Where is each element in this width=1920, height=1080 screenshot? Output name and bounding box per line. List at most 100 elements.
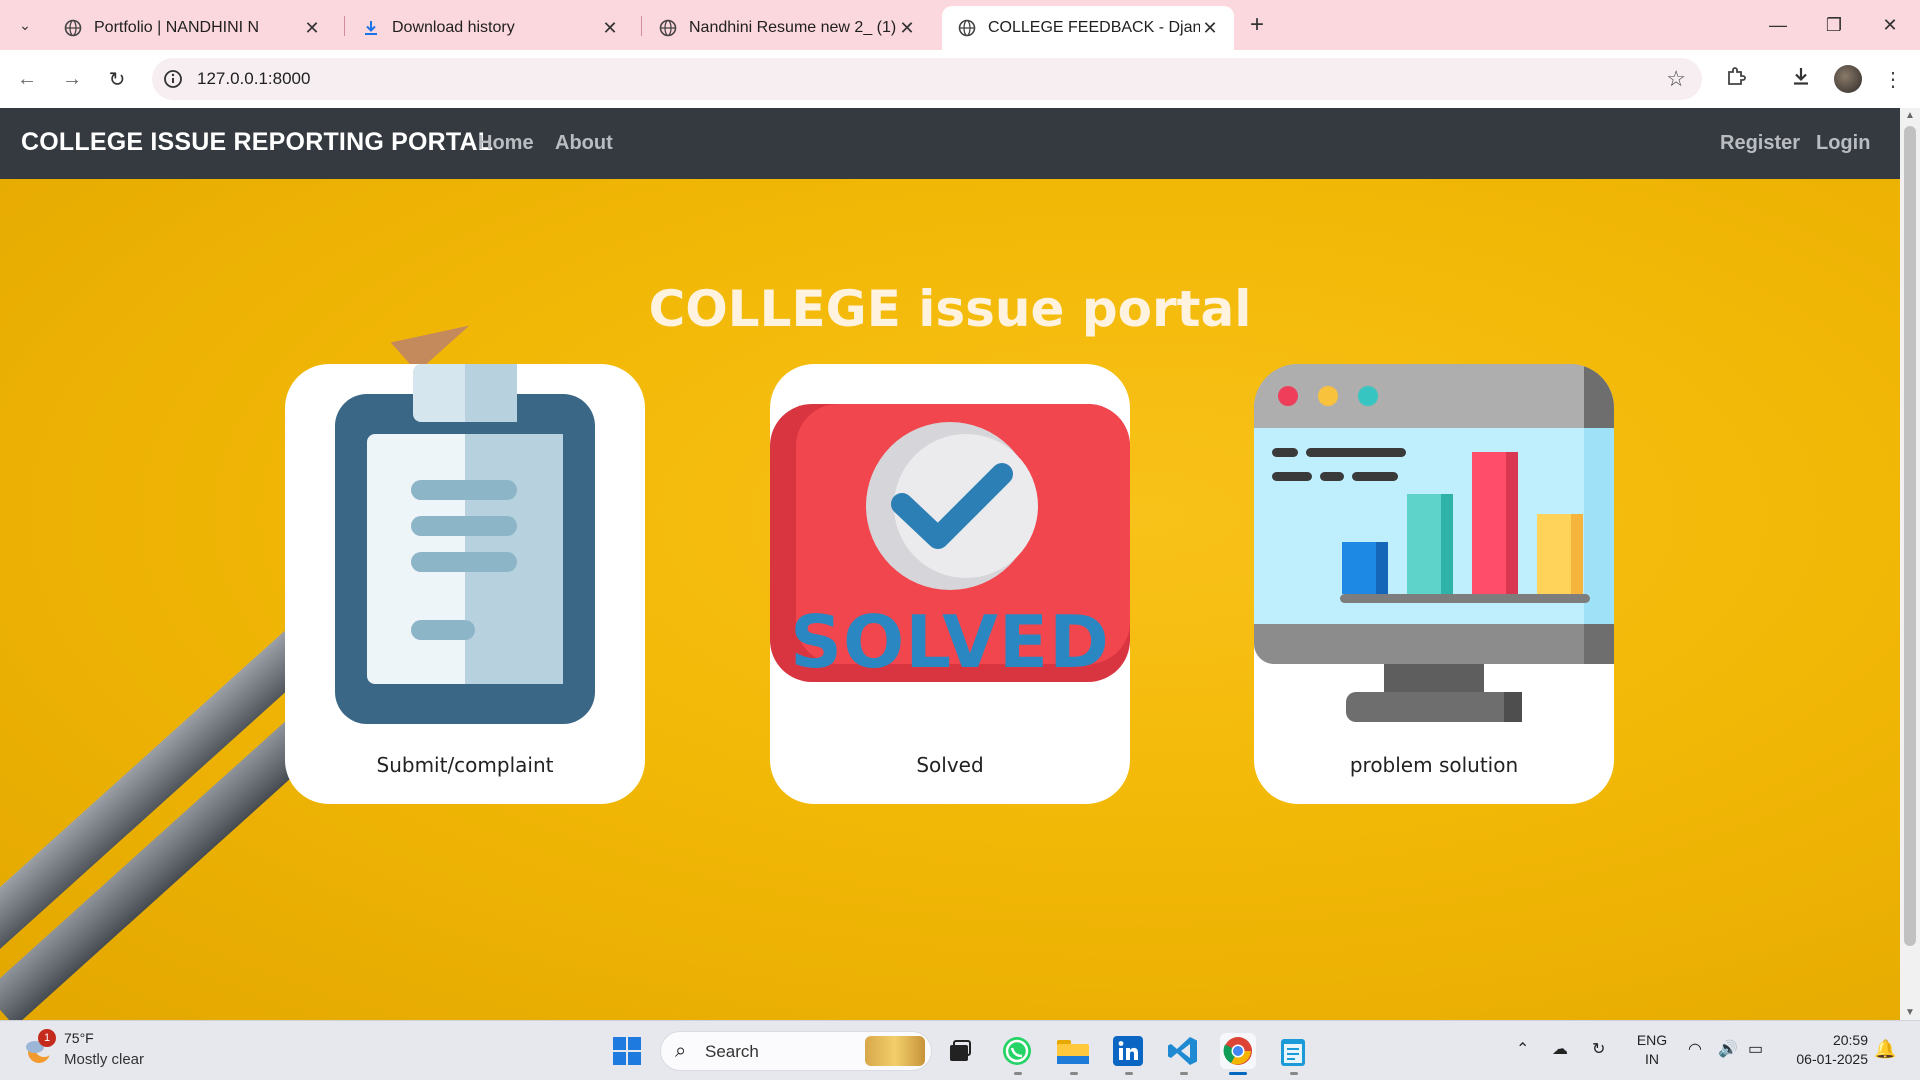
- vscode-icon: [1168, 1037, 1197, 1065]
- onedrive-cloud-icon[interactable]: ☁: [1552, 1039, 1568, 1059]
- search-highlight-image: [865, 1036, 925, 1066]
- scroll-thumb[interactable]: [1904, 126, 1916, 946]
- close-icon: ✕: [1882, 14, 1898, 35]
- nav-link-register[interactable]: Register: [1720, 132, 1800, 155]
- nav-link-about[interactable]: About: [555, 132, 613, 155]
- kebab-menu-icon: ⋮: [1883, 68, 1903, 91]
- notification-badge: 1: [38, 1029, 56, 1047]
- site-info-icon[interactable]: [162, 68, 184, 90]
- notepad-app[interactable]: [1275, 1033, 1311, 1069]
- globe-icon: [64, 19, 82, 37]
- extensions-button[interactable]: [1719, 62, 1753, 96]
- chrome-app[interactable]: [1220, 1033, 1256, 1069]
- card-label: problem solution: [1349, 753, 1519, 777]
- language-indicator[interactable]: ENG IN: [1636, 1031, 1668, 1069]
- battery-icon[interactable]: ▭: [1748, 1039, 1763, 1059]
- puzzle-icon: [1725, 65, 1747, 93]
- tab-separator: [641, 16, 642, 36]
- close-icon[interactable]: ✕: [600, 18, 620, 39]
- task-view-button[interactable]: [942, 1033, 978, 1069]
- card-problem-solution[interactable]: problem solution: [1254, 364, 1614, 804]
- card-label: Submit/complaint: [376, 753, 554, 777]
- scroll-up-icon[interactable]: ▲: [1905, 110, 1915, 121]
- app-running-indicator: [1290, 1072, 1298, 1075]
- close-icon[interactable]: ✕: [302, 18, 322, 39]
- tab-title: Nandhini Resume new 2_ (1).pd: [689, 19, 897, 36]
- reload-button[interactable]: ↻: [100, 62, 134, 96]
- tab-resume[interactable]: Nandhini Resume new 2_ (1).pd ✕: [643, 6, 931, 50]
- forward-button[interactable]: →: [55, 62, 89, 96]
- card-solved[interactable]: SOLVED Solved: [770, 364, 1130, 804]
- address-bar[interactable]: 127.0.0.1:8000 ☆: [152, 58, 1702, 100]
- search-icon: ⌕: [675, 1040, 687, 1062]
- clock-time: 20:59: [1832, 1032, 1868, 1048]
- arrow-right-icon: →: [62, 67, 82, 90]
- file-explorer-app[interactable]: [1055, 1033, 1091, 1069]
- tab-portfolio[interactable]: Portfolio | NANDHINI N ✕: [48, 6, 336, 50]
- windows-logo-icon: [613, 1037, 641, 1065]
- vscode-app[interactable]: [1165, 1033, 1201, 1069]
- scroll-down-icon[interactable]: ▼: [1905, 1007, 1915, 1018]
- notification-bell-icon[interactable]: 🔔: [1874, 1039, 1896, 1060]
- page-viewport: COLLEGE ISSUE REPORTING PORTAL Home Abou…: [0, 108, 1900, 1020]
- reload-icon: ↻: [108, 68, 126, 91]
- browser-menu-button[interactable]: ⋮: [1876, 62, 1910, 96]
- card-submit-complaint[interactable]: Submit/complaint: [285, 364, 645, 804]
- task-view-icon: [950, 1040, 971, 1061]
- app-running-indicator: [1125, 1072, 1133, 1075]
- site-brand[interactable]: COLLEGE ISSUE REPORTING PORTAL: [21, 128, 493, 157]
- back-button[interactable]: ←: [10, 62, 44, 96]
- chevron-up-icon[interactable]: ⌃: [1516, 1039, 1529, 1059]
- system-clock[interactable]: 20:59 06-01-2025: [1778, 1031, 1868, 1069]
- plus-icon: +: [1249, 11, 1264, 38]
- globe-icon: [659, 19, 677, 37]
- whatsapp-app[interactable]: [999, 1033, 1035, 1069]
- weather-description: Mostly clear: [64, 1051, 145, 1068]
- new-tab-button[interactable]: +: [1242, 10, 1272, 40]
- card-label: Solved: [916, 753, 984, 777]
- chrome-icon: [1223, 1037, 1252, 1065]
- bookmark-star-icon[interactable]: ☆: [1666, 66, 1686, 92]
- whatsapp-icon: [1003, 1037, 1031, 1065]
- sync-icon[interactable]: ↻: [1592, 1039, 1605, 1059]
- hero-section: COLLEGE issue portal Submit/complaint SO…: [0, 179, 1900, 1020]
- volume-icon[interactable]: 🔊: [1718, 1039, 1738, 1059]
- tab-college-feedback[interactable]: COLLEGE FEEDBACK - Django ✕: [942, 6, 1234, 50]
- tab-title: Download history: [392, 19, 515, 36]
- search-placeholder: Search: [705, 1042, 759, 1061]
- tab-search-button[interactable]: ⌄: [10, 10, 40, 40]
- solved-badge-text: SOLVED: [790, 600, 1110, 684]
- download-icon: [362, 19, 380, 37]
- profile-avatar[interactable]: [1834, 65, 1862, 93]
- close-window-button[interactable]: ✕: [1862, 0, 1918, 50]
- download-icon: [1790, 65, 1812, 93]
- tab-title: Portfolio | NANDHINI N: [94, 19, 260, 36]
- chevron-down-icon: ⌄: [19, 16, 31, 33]
- tab-download-history[interactable]: Download history ✕: [346, 6, 634, 50]
- taskbar-search[interactable]: ⌕ Search: [660, 1031, 932, 1071]
- close-icon[interactable]: ✕: [1200, 18, 1220, 39]
- start-button[interactable]: [612, 1036, 642, 1066]
- minimize-button[interactable]: —: [1750, 0, 1806, 50]
- app-active-indicator: [1229, 1072, 1247, 1075]
- globe-icon: [958, 19, 976, 37]
- nav-link-home[interactable]: Home: [478, 132, 534, 155]
- browser-toolbar: ← → ↻ 127.0.0.1:8000 ☆ ⋮: [0, 50, 1920, 108]
- page-scrollbar[interactable]: ▲ ▼: [1900, 108, 1920, 1020]
- monitor-chart-image: [1254, 364, 1614, 722]
- windows-taskbar: 1 75°F Mostly clear ⌕ Search ⌃ ☁ ↻ ENG I…: [0, 1020, 1920, 1080]
- nav-link-login[interactable]: Login: [1816, 132, 1870, 155]
- restore-button[interactable]: ❐: [1806, 0, 1862, 50]
- tab-strip: ⌄ Portfolio | NANDHINI N ✕ Download hist…: [0, 0, 1920, 50]
- clock-date: 06-01-2025: [1796, 1051, 1868, 1067]
- url-text[interactable]: 127.0.0.1:8000: [197, 69, 310, 89]
- wifi-icon[interactable]: ◠: [1688, 1039, 1702, 1059]
- hero-title: COLLEGE issue portal: [648, 280, 1252, 338]
- notepad-icon: [1281, 1039, 1305, 1066]
- downloads-button[interactable]: [1784, 62, 1818, 96]
- close-icon[interactable]: ✕: [897, 18, 917, 39]
- linkedin-app[interactable]: [1110, 1033, 1146, 1069]
- app-running-indicator: [1070, 1072, 1078, 1075]
- tab-separator: [344, 16, 345, 36]
- region-code: IN: [1645, 1051, 1659, 1067]
